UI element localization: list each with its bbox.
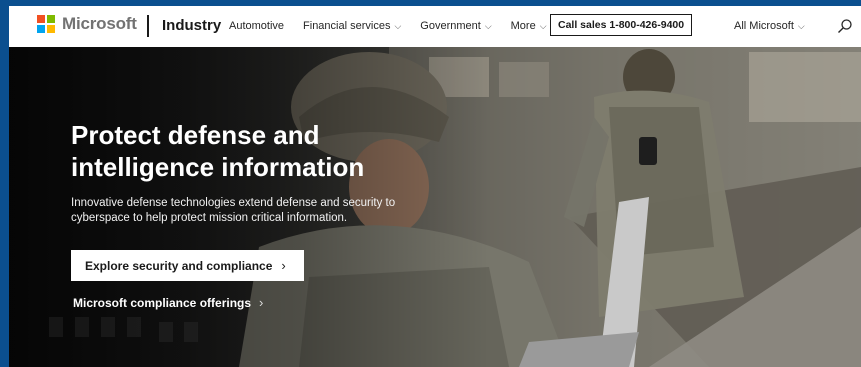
main-nav: Automotive Financial services ⌵ Governme… [229, 20, 566, 32]
nav-item-more[interactable]: More ⌵ [511, 20, 547, 32]
explore-security-button[interactable]: Explore security and compliance › [71, 250, 304, 281]
site-header: Microsoft Industry Automotive Financial … [9, 6, 861, 47]
logo-text: Microsoft [62, 14, 137, 33]
all-microsoft-menu[interactable]: All Microsoft ⌵ [734, 20, 805, 32]
chevron-right-icon: › [281, 258, 286, 273]
nav-item-government[interactable]: Government ⌵ [420, 20, 491, 32]
page-frame: Microsoft Industry Automotive Financial … [9, 6, 861, 367]
compliance-offerings-link[interactable]: Microsoft compliance offerings › [73, 295, 263, 310]
nav-item-automotive[interactable]: Automotive [229, 20, 284, 32]
search-icon[interactable] [837, 18, 853, 34]
all-microsoft-label: All Microsoft [734, 20, 794, 32]
nav-item-financial-services[interactable]: Financial services ⌵ [303, 20, 401, 32]
nav-item-label: More [510, 20, 536, 32]
nav-item-label: Government [420, 20, 481, 32]
link-label: Microsoft compliance offerings [73, 295, 252, 310]
chevron-right-icon: › [259, 295, 264, 310]
microsoft-logo[interactable]: Microsoft [37, 14, 137, 34]
hero-description: Innovative defense technologies extend d… [71, 197, 396, 224]
hero-banner: Protect defense and intelligence informa… [9, 47, 861, 367]
microsoft-logo-icon [37, 15, 55, 33]
industry-brand-link[interactable]: Industry [162, 17, 221, 34]
header-divider [147, 15, 149, 37]
hero-title: Protect defense and intelligence informa… [71, 120, 365, 182]
nav-item-label: Financial services [303, 20, 391, 32]
cta-label: Explore security and compliance [85, 258, 273, 273]
chevron-down-icon: ⌵ [394, 20, 402, 31]
chevron-down-icon: ⌵ [484, 20, 492, 31]
call-sales-button[interactable]: Call sales 1-800-426-9400 [550, 14, 693, 36]
chevron-down-icon: ⌵ [539, 20, 547, 31]
chevron-down-icon: ⌵ [797, 20, 805, 31]
nav-item-label: Automotive [229, 20, 285, 32]
